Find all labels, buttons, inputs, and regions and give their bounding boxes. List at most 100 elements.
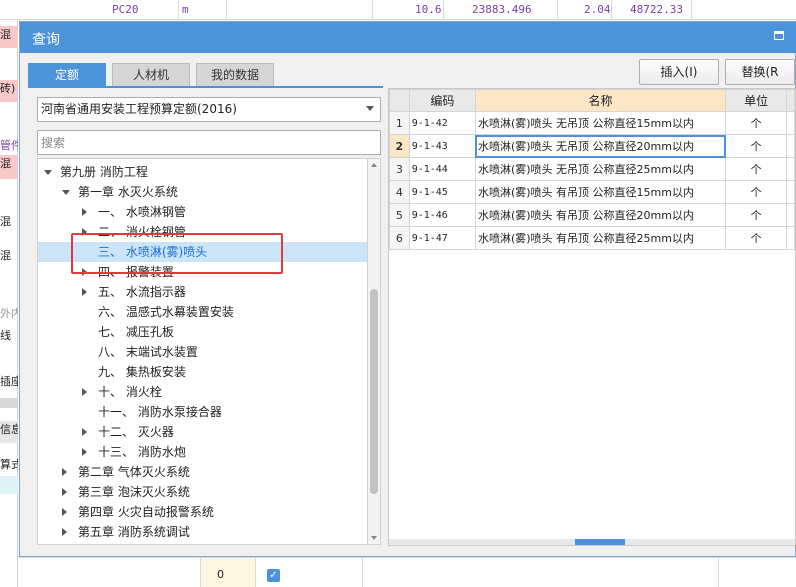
table-row[interactable]: 3 9-1-44 水喷淋(雾)喷头 无吊顶 公称直径25mm以内个 (389, 157, 795, 181)
tree-item[interactable]: 第九册 消防工程 (38, 162, 368, 182)
caret-right-icon[interactable] (82, 268, 87, 276)
table-row[interactable]: 1 9-1-42 水喷淋(雾)喷头 无吊顶 公称直径15mm以内个 (389, 111, 795, 135)
bg-cell: 0 (217, 568, 224, 581)
column-header-unit[interactable]: 单位 (725, 89, 788, 112)
caret-right-icon[interactable] (82, 228, 87, 236)
cell-unit[interactable]: 个 (725, 226, 788, 250)
cell-unit[interactable]: 个 (725, 111, 788, 135)
caret-right-icon[interactable] (82, 288, 87, 296)
cell-code[interactable]: 9-1-47 (408, 226, 476, 250)
caret-right-icon[interactable] (62, 488, 67, 496)
quota-library-value: 河南省通用安装工程预算定额(2016) (41, 102, 237, 116)
row-number[interactable]: 4 (389, 180, 410, 204)
cell-name[interactable]: 水喷淋(雾)喷头 无吊顶 公称直径15mm以内 (474, 111, 727, 135)
scroll-down-icon[interactable] (371, 536, 377, 540)
caret-right-icon[interactable] (82, 208, 87, 216)
tree-item[interactable]: 十二、 灭火器 (38, 422, 368, 442)
query-dialog: 查询 定额 人材机 我的数据 插入(I) 替换(R 河南省通用安装工程预算定额(… (19, 21, 796, 557)
cell-code[interactable]: 9-1-42 (408, 111, 476, 135)
tree-item[interactable]: 十三、 消防水炮 (38, 442, 368, 462)
cell-unit[interactable]: 个 (725, 203, 788, 227)
tree-item-label: 三、 水喷淋(雾)喷头 (98, 245, 208, 259)
bg-cell: 混 (0, 155, 18, 179)
quota-library-select[interactable]: 河南省通用安装工程预算定额(2016) (37, 97, 381, 122)
caret-right-icon[interactable] (62, 468, 67, 476)
cell-code[interactable]: 9-1-44 (408, 157, 476, 181)
checkbox-checked[interactable]: ✓ (267, 569, 280, 582)
column-header-name[interactable]: 名称 (474, 89, 727, 112)
tree-item[interactable]: 七、 减压孔板 (38, 322, 368, 342)
table-row[interactable]: 5 9-1-46 水喷淋(雾)喷头 有吊顶 公称直径20mm以内个 (389, 203, 795, 227)
tree-item-label: 第二章 气体灭火系统 (78, 465, 190, 479)
table-row[interactable]: 4 9-1-45 水喷淋(雾)喷头 有吊顶 公称直径15mm以内个 (389, 180, 795, 204)
search-input[interactable] (37, 130, 381, 155)
tree-item[interactable]: 十、 消火栓 (38, 382, 368, 402)
caret-right-icon[interactable] (62, 528, 67, 536)
tree-scrollbar[interactable] (367, 158, 381, 545)
cell-code[interactable]: 9-1-43 (408, 134, 476, 158)
tree-item[interactable]: 十一、 消防水泵接合器 (38, 402, 368, 422)
tree-item[interactable]: 一、 水喷淋钢管 (38, 202, 368, 222)
cell-name[interactable]: 水喷淋(雾)喷头 有吊顶 公称直径15mm以内 (474, 180, 727, 204)
tree-item[interactable]: 四、 报警装置 (38, 262, 368, 282)
bg-cell: 插座 (0, 375, 18, 388)
tree-item-label: 第六章 系统调整费用 (78, 542, 190, 544)
tree-item-label: 第三章 泡沫灭火系统 (78, 485, 190, 499)
row-number-header (389, 89, 410, 112)
tree-item[interactable]: 第六章 系统调整费用 (38, 542, 368, 544)
replace-button[interactable]: 替换(R (725, 59, 795, 85)
tab-my-data[interactable]: 我的数据 (196, 63, 274, 87)
row-number[interactable]: 1 (389, 111, 410, 135)
tree-scrollbar-thumb[interactable] (370, 289, 378, 494)
tree-item-label: 第四章 火灾自动报警系统 (78, 505, 214, 519)
table-horizontal-scrollbar[interactable] (389, 539, 795, 545)
table-row[interactable]: 6 9-1-47 水喷淋(雾)喷头 有吊顶 公称直径25mm以内个 (389, 226, 795, 250)
caret-down-icon[interactable] (44, 170, 52, 175)
row-number[interactable]: 3 (389, 157, 410, 181)
caret-right-icon[interactable] (82, 448, 87, 456)
tab-quota[interactable]: 定额 (28, 63, 106, 87)
caret-down-icon[interactable] (62, 190, 70, 195)
tree-item[interactable]: 第五章 消防系统调试 (38, 522, 368, 542)
cell-name[interactable]: 水喷淋(雾)喷头 无吊顶 公称直径20mm以内 (474, 134, 727, 158)
caret-right-icon[interactable] (82, 428, 87, 436)
maximize-icon[interactable] (774, 31, 784, 40)
tree-item[interactable]: 三、 水喷淋(雾)喷头 (38, 242, 368, 262)
cell-code[interactable]: 9-1-46 (408, 203, 476, 227)
tab-underline (28, 86, 383, 88)
caret-right-icon[interactable] (82, 388, 87, 396)
row-number[interactable]: 2 (389, 134, 410, 158)
cell-name[interactable]: 水喷淋(雾)喷头 无吊顶 公称直径25mm以内 (474, 157, 727, 181)
tree-item[interactable]: 八、 末端试水装置 (38, 342, 368, 362)
bg-cell: 信息 (0, 421, 18, 443)
cell-unit[interactable]: 个 (725, 157, 788, 181)
cell-name[interactable]: 水喷淋(雾)喷头 有吊顶 公称直径25mm以内 (474, 226, 727, 250)
dialog-titlebar[interactable]: 查询 (20, 22, 796, 53)
tree-item-label: 四、 报警装置 (98, 265, 174, 279)
tree-item[interactable]: 第一章 水灭火系统 (38, 182, 368, 202)
table-scrollbar-thumb[interactable] (575, 539, 625, 545)
row-number[interactable]: 5 (389, 203, 410, 227)
tree-item[interactable]: 五、 水流指示器 (38, 282, 368, 302)
column-header-code[interactable]: 编码 (408, 89, 476, 112)
table-row[interactable]: 2 9-1-43 水喷淋(雾)喷头 无吊顶 公称直径20mm以内个 (389, 134, 795, 158)
tab-labor-material-machine[interactable]: 人材机 (112, 63, 190, 87)
background-bottom-row: 0 ✓ (18, 557, 796, 587)
tree-item-label: 十、 消火栓 (98, 385, 162, 399)
scroll-up-icon[interactable] (371, 163, 377, 167)
insert-button[interactable]: 插入(I) (639, 59, 719, 85)
cell-unit[interactable]: 个 (725, 180, 788, 204)
cell-code[interactable]: 9-1-45 (408, 180, 476, 204)
row-number[interactable]: 6 (389, 226, 410, 250)
tree-item[interactable]: 二、 消火栓钢管 (38, 222, 368, 242)
caret-right-icon[interactable] (62, 508, 67, 516)
tree-item[interactable]: 九、 集热板安装 (38, 362, 368, 382)
tree-item[interactable]: 第三章 泡沫灭火系统 (38, 482, 368, 502)
cell-name[interactable]: 水喷淋(雾)喷头 有吊顶 公称直径20mm以内 (474, 203, 727, 227)
cell-unit[interactable]: 个 (725, 134, 788, 158)
tree-item[interactable]: 第二章 气体灭火系统 (38, 462, 368, 482)
bg-cell: 10.6 (415, 3, 442, 16)
tree-item[interactable]: 六、 温感式水幕装置安装 (38, 302, 368, 322)
tree-item[interactable]: 第四章 火灾自动报警系统 (38, 502, 368, 522)
tree-item-label: 十一、 消防水泵接合器 (98, 405, 222, 419)
